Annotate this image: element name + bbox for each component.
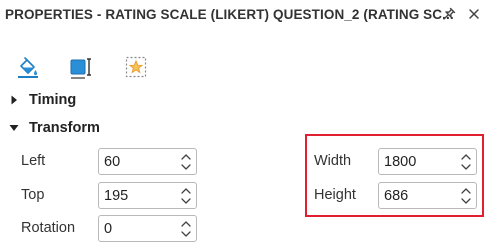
top-label: Top [21,187,45,203]
size-position-tab[interactable] [68,54,94,80]
caret-right-icon [11,95,17,105]
rotation-value: 0 [104,221,113,237]
left-label: Left [21,153,46,169]
star-effect-icon [125,56,147,78]
paint-bucket-icon [18,57,38,78]
effects-tab[interactable] [123,54,149,80]
transform-size-icon [70,58,91,79]
fill-tab[interactable] [15,54,41,80]
panel-titlebar: PROPERTIES - RATING SCALE (LIKERT) QUEST… [0,0,488,30]
panel-title: PROPERTIES - RATING SCALE (LIKERT) QUEST… [5,7,454,22]
close-icon[interactable] [466,6,482,22]
caret-down-icon [9,125,19,131]
left-value: 60 [104,154,121,170]
spin-arrows-icon[interactable] [180,152,192,172]
size-highlight-box [305,134,484,217]
rotation-label: Rotation [21,220,76,236]
timing-section-header[interactable]: Timing [0,89,488,113]
spin-arrows-icon[interactable] [180,186,192,206]
transform-label: Transform [29,120,100,136]
pin-icon[interactable] [441,6,457,22]
timing-label: Timing [29,92,77,108]
left-spinbox[interactable]: 60 [98,148,197,175]
properties-toolbar [0,30,488,86]
top-spinbox[interactable]: 195 [98,182,197,209]
spin-arrows-icon[interactable] [180,219,192,239]
top-value: 195 [104,188,129,204]
rotation-spinbox[interactable]: 0 [98,215,197,242]
